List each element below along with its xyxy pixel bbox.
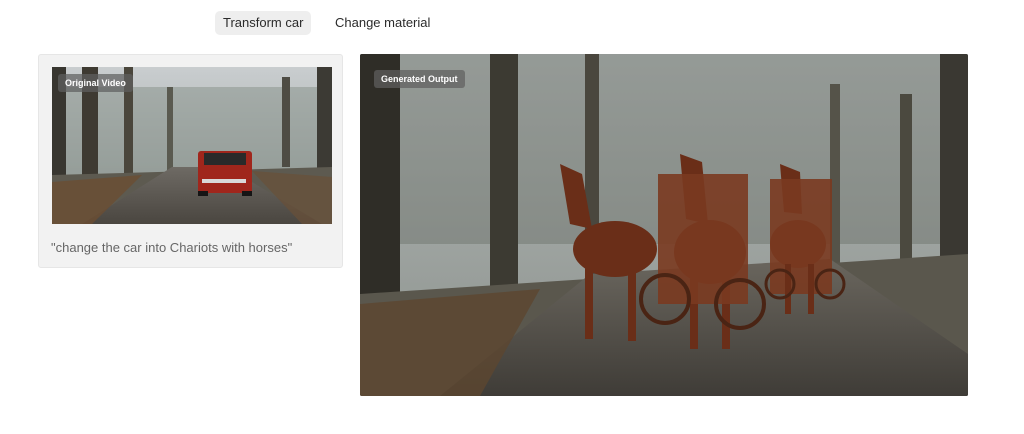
input-card: Original Video "change the car into Char… <box>38 54 343 268</box>
generated-output[interactable]: Generated Output <box>360 54 968 396</box>
prompt-text: "change the car into Chariots with horse… <box>51 240 293 255</box>
tab-transform-car[interactable]: Transform car <box>215 11 312 35</box>
original-video-badge: Original Video <box>58 74 133 92</box>
tab-change-material[interactable]: Change material <box>327 11 438 35</box>
generated-output-frame <box>360 54 968 396</box>
original-video[interactable]: Original Video <box>52 67 332 224</box>
generated-output-badge: Generated Output <box>374 70 465 88</box>
